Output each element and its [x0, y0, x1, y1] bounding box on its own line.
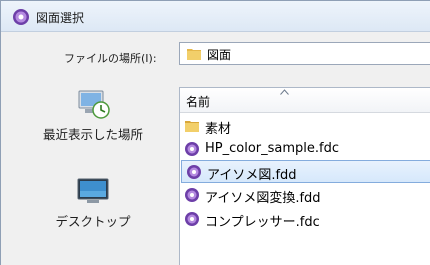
- file-row-folder[interactable]: 素材: [180, 115, 430, 138]
- folder-icon: [185, 121, 199, 132]
- window-title: 図面選択: [36, 11, 85, 25]
- app-file-icon: [185, 212, 199, 226]
- place-recent-label: 最近表示した場所: [42, 127, 143, 142]
- app-file-icon: [187, 165, 201, 179]
- file-row[interactable]: アイソメ図変換.fdd: [180, 184, 430, 207]
- look-in-value: 図面: [207, 48, 232, 62]
- dialog-body: ファイルの場所(I): 図面 最近表示した場所 デスクトップ 名前 素材 HP_…: [1, 32, 430, 265]
- file-list[interactable]: 名前 素材 HP_color_sample.fdc アイソメ図.fdd アイソメ…: [179, 87, 430, 265]
- file-name: 素材: [205, 122, 232, 137]
- file-open-dialog: 図面選択 ファイルの場所(I): 図面 最近表示した場所 デスクトップ 名前 素…: [0, 0, 430, 265]
- look-in-label: ファイルの場所(I):: [64, 52, 157, 65]
- desktop-icon: [77, 178, 109, 203]
- file-name: アイソメ図.fdd: [207, 168, 297, 183]
- title-bar[interactable]: 図面選択: [1, 1, 430, 32]
- sort-ascending-icon: [280, 89, 289, 95]
- recent-places-icon: [78, 90, 110, 119]
- file-row[interactable]: HP_color_sample.fdc: [180, 138, 430, 161]
- app-file-icon: [185, 142, 199, 156]
- place-desktop-label: デスクトップ: [55, 214, 131, 229]
- places-bar: 最近表示した場所 デスクトップ: [17, 80, 169, 265]
- column-header-name[interactable]: 名前: [180, 88, 430, 113]
- file-row[interactable]: コンプレッサー.fdc: [180, 208, 430, 231]
- file-name: コンプレッサー.fdc: [205, 215, 320, 230]
- place-desktop[interactable]: デスクトップ: [17, 177, 169, 230]
- column-header-label: 名前: [186, 95, 211, 109]
- file-row-selected[interactable]: アイソメ図.fdd: [181, 160, 430, 183]
- app-icon: [13, 9, 29, 25]
- app-file-icon: [185, 188, 199, 202]
- folder-icon: [187, 49, 201, 60]
- look-in-combobox[interactable]: 図面: [179, 42, 430, 65]
- file-name: アイソメ図変換.fdd: [205, 191, 321, 206]
- place-recent[interactable]: 最近表示した場所: [17, 88, 169, 143]
- file-name: HP_color_sample.fdc: [205, 141, 339, 156]
